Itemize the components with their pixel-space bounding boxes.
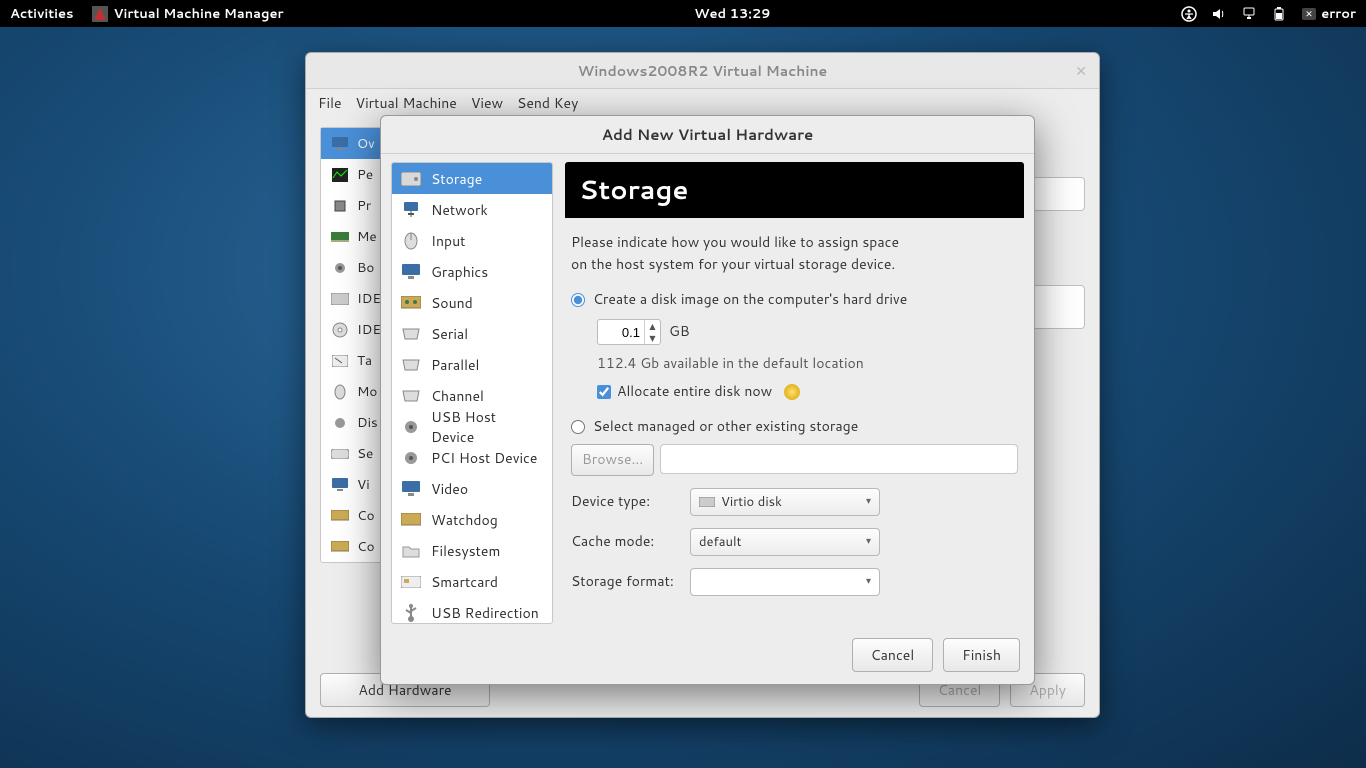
storage-format-label: Storage format: — [571, 571, 686, 593]
error-icon: ✕ — [1301, 6, 1317, 22]
gear-icon — [331, 414, 349, 432]
cdrom-icon — [331, 321, 349, 339]
device-type-combo[interactable]: Virtio disk ▾ — [690, 488, 880, 516]
usb-icon — [401, 603, 421, 623]
cat-storage[interactable]: Storage — [392, 163, 552, 194]
mouse-icon — [401, 231, 421, 251]
card-icon — [331, 507, 349, 525]
disk-icon — [401, 169, 421, 189]
cat-graphics[interactable]: Graphics — [392, 256, 552, 287]
perf-icon — [331, 166, 349, 184]
dialog-finish-button[interactable]: Finish — [943, 638, 1020, 672]
hardware-category-list[interactable]: Storage Network Input Graphics Sound Ser… — [391, 162, 553, 624]
accessibility-icon[interactable] — [1181, 6, 1197, 22]
menu-view[interactable]: View — [471, 93, 503, 113]
network-icon — [401, 200, 421, 220]
card-icon — [401, 510, 421, 530]
cat-filesystem[interactable]: Filesystem — [392, 535, 552, 566]
device-type-label: Device type: — [571, 491, 686, 513]
monitor-icon — [401, 262, 421, 282]
channel-icon — [401, 386, 421, 406]
serial-icon — [331, 445, 349, 463]
clock[interactable]: Wed 13:29 — [284, 5, 1182, 23]
volume-icon[interactable] — [1211, 6, 1227, 22]
allocate-label: Allocate entire disk now — [617, 381, 772, 403]
folder-icon — [401, 541, 421, 561]
vm-menubar: File Virtual Machine View Send Key — [306, 89, 1099, 117]
card-icon — [331, 538, 349, 556]
intro-line-2: on the host system for your virtual stor… — [571, 254, 1018, 276]
size-unit-label: GB — [669, 321, 690, 343]
mouse-icon — [331, 383, 349, 401]
network-icon[interactable] — [1241, 6, 1257, 22]
cat-parallel[interactable]: Parallel — [392, 349, 552, 380]
radio-managed-label: Select managed or other existing storage — [593, 416, 858, 438]
app-menu[interactable]: Virtual Machine Manager — [92, 5, 284, 23]
monitor-icon — [331, 476, 349, 494]
allocate-checkbox[interactable] — [597, 385, 611, 399]
cache-mode-combo[interactable]: default ▾ — [690, 528, 880, 556]
spinner-up-icon[interactable]: ▲ — [645, 320, 660, 332]
panel-heading: Storage — [565, 162, 1024, 218]
gnome-topbar: Activities Virtual Machine Manager Wed 1… — [0, 0, 1366, 27]
cat-sound[interactable]: Sound — [392, 287, 552, 318]
memory-icon — [331, 228, 349, 246]
sound-card-icon — [401, 293, 421, 313]
cat-network[interactable]: Network — [392, 194, 552, 225]
storage-panel: Storage Please indicate how you would li… — [565, 162, 1024, 624]
tablet-icon — [331, 352, 349, 370]
radio-create-disk-label: Create a disk image on the computer's ha… — [593, 289, 907, 311]
cat-pci-host[interactable]: PCI Host Device — [392, 442, 552, 473]
lightbulb-icon — [784, 384, 800, 400]
storage-path-field[interactable] — [660, 444, 1018, 474]
storage-format-combo[interactable]: ▾ — [690, 568, 880, 596]
activities-button[interactable]: Activities — [10, 5, 74, 23]
disk-icon — [331, 290, 349, 308]
dialog-title: Add New Virtual Hardware — [381, 116, 1034, 154]
serial-port-icon — [401, 324, 421, 344]
error-indicator[interactable]: ✕ error — [1301, 5, 1356, 23]
radio-managed-storage[interactable] — [571, 420, 585, 434]
vm-window-titlebar: Windows2008R2 Virtual Machine ✕ — [306, 53, 1099, 89]
close-icon[interactable]: ✕ — [1075, 61, 1087, 81]
chevron-down-icon: ▾ — [866, 494, 871, 510]
cat-usb-host[interactable]: USB Host Device — [392, 411, 552, 442]
parallel-port-icon — [401, 355, 421, 375]
menu-send-key[interactable]: Send Key — [517, 93, 578, 113]
smartcard-icon — [401, 572, 421, 592]
gear-icon — [331, 259, 349, 277]
intro-line-1: Please indicate how you would like to as… — [571, 232, 1018, 254]
virt-manager-icon — [92, 6, 108, 22]
cat-video[interactable]: Video — [392, 473, 552, 504]
chevron-down-icon: ▾ — [866, 574, 871, 590]
dialog-cancel-button[interactable]: Cancel — [852, 638, 934, 672]
menu-virtual-machine[interactable]: Virtual Machine — [356, 93, 457, 113]
add-hardware-dialog: Add New Virtual Hardware Storage Network… — [380, 115, 1035, 685]
available-space-label: 112.4 Gb available in the default locati… — [597, 353, 1018, 375]
svg-text:✕: ✕ — [1305, 7, 1313, 20]
disk-size-input[interactable] — [598, 325, 644, 340]
gear-icon — [401, 448, 421, 468]
gear-icon — [401, 417, 421, 437]
battery-icon[interactable] — [1271, 6, 1287, 22]
browse-button[interactable]: Browse... — [571, 444, 654, 476]
monitor-icon — [401, 479, 421, 499]
monitor-icon — [331, 135, 349, 153]
cpu-icon — [331, 197, 349, 215]
cat-serial[interactable]: Serial — [392, 318, 552, 349]
disk-icon — [699, 497, 715, 507]
spinner-down-icon[interactable]: ▼ — [645, 332, 660, 344]
cat-usb-redir[interactable]: USB Redirection — [392, 597, 552, 624]
cat-input[interactable]: Input — [392, 225, 552, 256]
chevron-down-icon: ▾ — [866, 534, 871, 550]
cat-smartcard[interactable]: Smartcard — [392, 566, 552, 597]
menu-file[interactable]: File — [318, 93, 342, 113]
vm-window-title: Windows2008R2 Virtual Machine — [578, 61, 827, 81]
disk-size-spinner[interactable]: ▲▼ — [597, 319, 661, 345]
radio-create-disk[interactable] — [571, 293, 585, 307]
cat-watchdog[interactable]: Watchdog — [392, 504, 552, 535]
cache-mode-label: Cache mode: — [571, 531, 686, 553]
